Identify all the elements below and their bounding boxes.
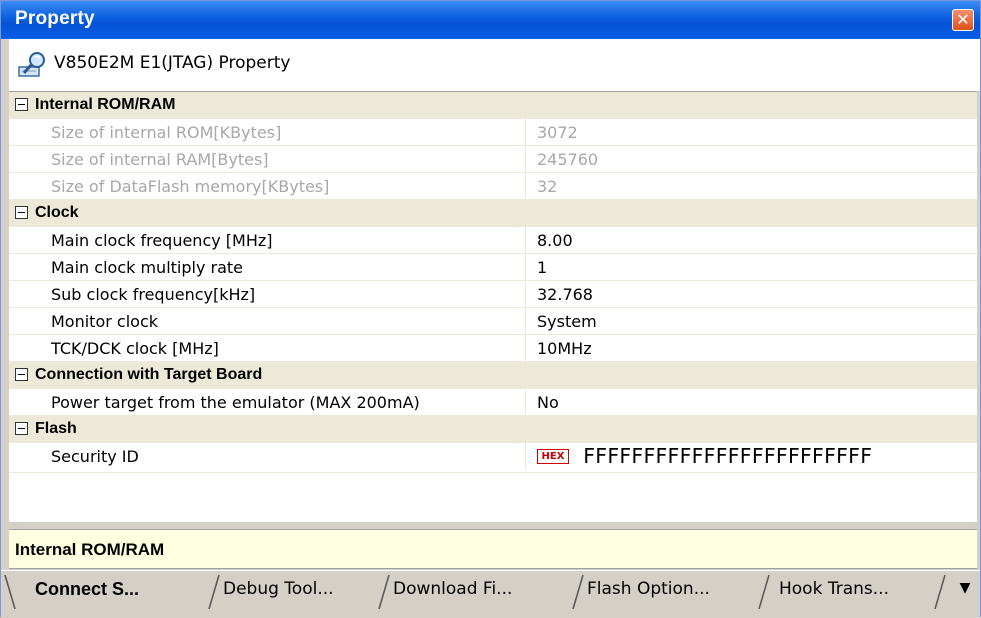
category-row-flash[interactable]: Flash xyxy=(9,416,977,443)
property-row[interactable]: Main clock multiply rate 1 xyxy=(9,254,977,281)
collapse-icon[interactable] xyxy=(15,98,28,111)
property-name: Main clock multiply rate xyxy=(51,258,244,277)
tab-label: Debug Tool... xyxy=(223,579,334,599)
hex-badge-icon: HEX xyxy=(537,449,569,464)
property-row[interactable]: Power target from the emulator (MAX 200m… xyxy=(9,389,977,416)
column-divider xyxy=(525,443,526,469)
column-divider xyxy=(525,389,526,415)
property-grid: Internal ROM/RAM Size of internal ROM[KB… xyxy=(9,91,977,522)
tab-bar: Connect S... Debug Tool... Download Fi..… xyxy=(1,570,980,618)
collapse-icon[interactable] xyxy=(15,206,28,219)
property-row[interactable]: Security ID HEX FFFFFFFFFFFFFFFFFFFFFFFF xyxy=(9,443,977,473)
tab-list-icon: ▼ xyxy=(959,580,971,596)
column-divider xyxy=(525,335,526,361)
category-row-connection[interactable]: Connection with Target Board xyxy=(9,362,977,389)
title-bar[interactable]: Property ✕ xyxy=(1,1,980,39)
category-row-clock[interactable]: Clock xyxy=(9,200,977,227)
property-name: Power target from the emulator (MAX 200m… xyxy=(51,393,420,412)
property-row[interactable]: Size of internal ROM[KBytes] 3072 xyxy=(9,119,977,146)
property-panel: Property ✕ V850E2M E1(JTAG) Property Int… xyxy=(0,0,981,618)
tab-edge xyxy=(378,575,390,609)
close-icon: ✕ xyxy=(956,10,970,29)
property-name: Sub clock frequency[kHz] xyxy=(51,285,256,304)
property-name: Size of DataFlash memory[KBytes] xyxy=(51,177,330,196)
category-label: Connection with Target Board xyxy=(35,366,263,383)
collapse-icon[interactable] xyxy=(15,368,28,381)
tab-edge xyxy=(758,575,770,609)
property-name: Monitor clock xyxy=(51,312,158,331)
property-value[interactable]: 32.768 xyxy=(537,285,593,304)
tab-label: Hook Trans... xyxy=(779,579,889,599)
property-name: Size of internal RAM[Bytes] xyxy=(51,150,269,169)
property-value: 245760 xyxy=(537,150,599,169)
property-row[interactable]: Sub clock frequency[kHz] 32.768 xyxy=(9,281,977,308)
tab-edge xyxy=(934,575,946,609)
column-divider xyxy=(525,146,526,172)
property-value[interactable]: 10MHz xyxy=(537,339,592,358)
property-value: 32 xyxy=(537,177,558,196)
column-divider xyxy=(525,227,526,253)
property-row[interactable]: Monitor clock System xyxy=(9,308,977,335)
column-divider xyxy=(525,281,526,307)
tab-label: Connect S... xyxy=(35,579,140,599)
property-row[interactable]: TCK/DCK clock [MHz] 10MHz xyxy=(9,335,977,362)
property-value: 3072 xyxy=(537,123,578,142)
close-button[interactable]: ✕ xyxy=(952,9,974,31)
collapse-icon[interactable] xyxy=(15,422,28,435)
description-text: Internal ROM/RAM xyxy=(15,540,165,559)
property-value[interactable]: No xyxy=(537,393,559,412)
property-row[interactable]: Size of internal RAM[Bytes] 245760 xyxy=(9,146,977,173)
tab-label: Download Fi... xyxy=(393,579,513,599)
property-row[interactable]: Size of DataFlash memory[KBytes] 32 xyxy=(9,173,977,200)
tab-label: Flash Option... xyxy=(587,579,710,599)
category-label: Flash xyxy=(35,420,77,437)
property-value[interactable]: 1 xyxy=(537,258,547,277)
category-label: Clock xyxy=(35,204,79,221)
tab-edge xyxy=(208,575,220,609)
tab-edge xyxy=(4,575,16,609)
property-value[interactable]: 8.00 xyxy=(537,231,573,250)
column-divider xyxy=(525,254,526,280)
category-label: Internal ROM/RAM xyxy=(35,96,176,113)
column-divider xyxy=(525,173,526,199)
column-divider xyxy=(525,119,526,145)
property-name: TCK/DCK clock [MHz] xyxy=(51,339,219,358)
security-id-value[interactable]: FFFFFFFFFFFFFFFFFFFFFFFF xyxy=(583,444,872,468)
device-property-title: V850E2M E1(JTAG) Property xyxy=(54,53,291,73)
property-name: Security ID xyxy=(51,447,139,466)
panel-title: Property xyxy=(15,8,95,29)
description-area: Internal ROM/RAM xyxy=(9,529,977,569)
tab-edge xyxy=(572,575,584,609)
property-name: Main clock frequency [MHz] xyxy=(51,231,273,250)
property-header: V850E2M E1(JTAG) Property xyxy=(9,39,980,91)
tab-list-button[interactable]: ▼ xyxy=(957,580,973,598)
property-tool-icon xyxy=(18,52,45,77)
property-row[interactable]: Main clock frequency [MHz] 8.00 xyxy=(9,227,977,254)
category-row-internal-rom-ram[interactable]: Internal ROM/RAM xyxy=(9,92,977,119)
column-divider xyxy=(525,308,526,334)
property-name: Size of internal ROM[KBytes] xyxy=(51,123,282,142)
property-value[interactable]: System xyxy=(537,312,597,331)
